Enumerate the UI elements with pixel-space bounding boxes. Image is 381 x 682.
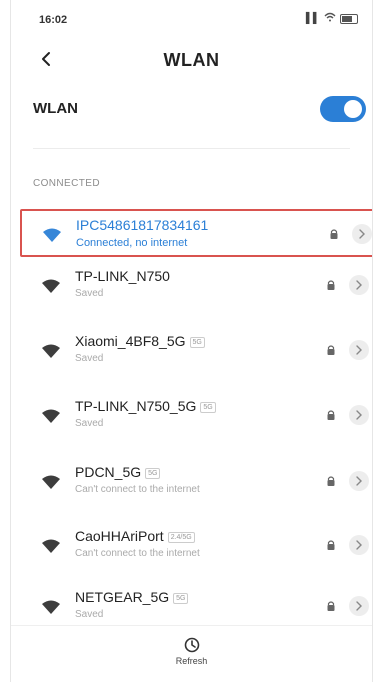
network-details-button[interactable] — [349, 340, 369, 360]
status-icons: ▌▌ — [306, 12, 358, 25]
wifi-status-icon — [324, 12, 336, 25]
wlan-toggle-label: WLAN — [33, 100, 78, 117]
network-details-button[interactable] — [349, 471, 369, 491]
network-item[interactable]: TP-LINK_N750 Saved — [21, 262, 372, 312]
network-name-text: Xiaomi_4BF8_5G — [75, 333, 186, 349]
chevron-right-icon — [359, 229, 365, 239]
status-bar: 16:02 ▌▌ — [11, 8, 372, 30]
wifi-signal-icon — [41, 538, 61, 554]
network-details-button[interactable] — [349, 596, 369, 616]
divider — [33, 148, 350, 149]
band-badge: 5G — [145, 467, 161, 479]
band-badge: 5G — [173, 592, 189, 604]
toggle-knob — [344, 100, 362, 118]
network-status: Saved — [75, 353, 104, 364]
network-details-button[interactable] — [349, 275, 369, 295]
network-name-text: PDCN_5G — [75, 464, 142, 480]
wifi-signal-icon — [41, 343, 61, 359]
network-name: CaoHHAriPort 2.4/5G — [75, 528, 195, 544]
network-status: Saved — [75, 288, 104, 299]
network-name-text: TP-LINK_N750_5G — [75, 398, 197, 414]
wlan-toggle-switch[interactable] — [320, 96, 366, 122]
refresh-label: Refresh — [175, 656, 208, 666]
network-name: TP-LINK_N750 — [75, 268, 170, 284]
network-name-text: NETGEAR_5G — [75, 589, 170, 605]
network-details-button[interactable] — [352, 224, 372, 244]
network-name: Xiaomi_4BF8_5G 5G — [75, 333, 205, 349]
chevron-right-icon — [356, 476, 362, 486]
network-name-text: TP-LINK_N750 — [75, 268, 170, 284]
lock-icon — [328, 227, 340, 239]
wlan-settings-screen: 16:02 ▌▌ WLAN WLAN CONNECTED IPC54861817… — [10, 0, 373, 682]
battery-icon — [340, 13, 358, 24]
lock-icon — [325, 343, 337, 355]
chevron-right-icon — [356, 345, 362, 355]
status-time: 16:02 — [39, 14, 68, 26]
network-status: Can't connect to the internet — [75, 548, 200, 559]
network-item-connected[interactable]: IPC54861817834161 Connected, no internet — [20, 209, 372, 257]
network-name-text: CaoHHAriPort — [75, 528, 164, 544]
wifi-signal-icon — [42, 227, 62, 243]
signal-icon: ▌▌ — [305, 13, 320, 24]
lock-icon — [325, 408, 337, 420]
refresh-button[interactable]: Refresh — [11, 636, 372, 666]
wifi-signal-icon — [41, 474, 61, 490]
lock-icon — [325, 599, 337, 611]
lock-icon — [325, 474, 337, 486]
band-badge: 2.4/5G — [167, 531, 195, 543]
network-status: Saved — [75, 418, 104, 429]
network-details-button[interactable] — [349, 405, 369, 425]
network-item[interactable]: Xiaomi_4BF8_5G 5G Saved — [21, 327, 372, 377]
chevron-right-icon — [356, 410, 362, 420]
band-badge: 5G — [200, 401, 216, 413]
band-badge: 5G — [189, 336, 205, 348]
section-label-connected: CONNECTED — [33, 178, 100, 189]
network-status: Connected, no internet — [76, 237, 188, 249]
network-name: TP-LINK_N750_5G 5G — [75, 398, 216, 414]
network-name-text: IPC54861817834161 — [76, 217, 209, 233]
network-item[interactable]: TP-LINK_N750_5G 5G Saved — [21, 392, 372, 442]
network-name: PDCN_5G 5G — [75, 464, 161, 480]
network-name: NETGEAR_5G 5G — [75, 589, 189, 605]
chevron-right-icon — [356, 280, 362, 290]
network-item[interactable]: PDCN_5G 5G Can't connect to the internet — [21, 458, 372, 508]
page-title: WLAN — [163, 50, 220, 70]
chevron-right-icon — [356, 540, 362, 550]
wlan-toggle-row: WLAN — [11, 92, 372, 128]
bottom-divider — [11, 625, 372, 626]
chevron-right-icon — [356, 601, 362, 611]
network-item[interactable]: CaoHHAriPort 2.4/5G Can't connect to the i… — [21, 522, 372, 572]
wifi-signal-icon — [41, 408, 61, 424]
lock-icon — [325, 538, 337, 550]
network-details-button[interactable] — [349, 535, 369, 555]
header: WLAN — [11, 44, 372, 78]
refresh-icon — [184, 637, 199, 653]
wifi-signal-icon — [41, 278, 61, 294]
wifi-signal-icon — [41, 599, 61, 615]
lock-icon — [325, 278, 337, 290]
network-name: IPC54861817834161 — [76, 217, 208, 233]
network-status: Saved — [75, 609, 104, 620]
network-status: Can't connect to the internet — [75, 484, 200, 495]
